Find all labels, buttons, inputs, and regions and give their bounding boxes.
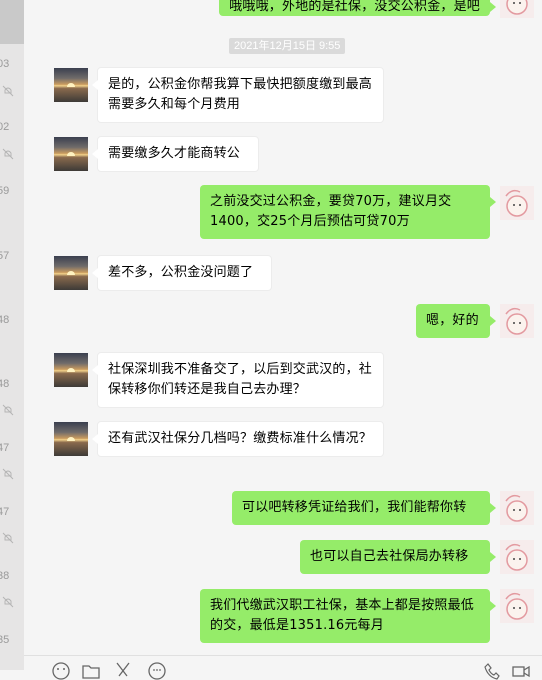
sunset-image [67, 368, 75, 372]
avatar[interactable] [54, 256, 88, 290]
cartoon-avatar-icon [505, 494, 528, 522]
message-bubble-incoming[interactable]: 还有武汉社保分几档吗？缴费标准什么情况？ [92, 421, 384, 457]
message-bubble-incoming[interactable]: 差不多，公积金没问题了 [92, 255, 272, 291]
avatar[interactable] [500, 491, 534, 525]
mute-bell-icon [2, 532, 14, 544]
cartoon-avatar-icon [505, 189, 528, 217]
input-toolbar [24, 655, 542, 680]
avatar[interactable] [54, 68, 88, 102]
mute-bell-icon [2, 468, 14, 480]
message-bubble-outgoing[interactable]: 我们代缴武汉职工社保，基本上都是按照最低的交，最低是1351.16元每月 [200, 589, 496, 643]
cartoon-avatar-icon [505, 592, 528, 620]
avatar[interactable] [500, 589, 534, 623]
message-bubble-incoming[interactable]: 是的，公积金你帮我算下最快把额度缴到最高需要多久和每个月费用 [92, 67, 384, 123]
chat-bubble-icon[interactable] [148, 662, 166, 680]
scissors-icon[interactable] [114, 662, 132, 680]
avatar[interactable] [500, 540, 534, 574]
message-bubble-outgoing[interactable]: 嗯，好的 [416, 304, 496, 338]
cartoon-avatar-icon [505, 543, 528, 571]
mute-bell-icon [2, 148, 14, 160]
message-bubble-incoming[interactable]: 需要缴多久才能商转公 [92, 136, 259, 172]
list-time: 02 [0, 121, 10, 133]
avatar[interactable] [500, 186, 534, 220]
folder-icon[interactable] [82, 662, 100, 680]
emoji-icon[interactable] [52, 662, 70, 680]
message-bubble-outgoing[interactable]: 之前没交过公积金，要贷70万，建议月交1400，交25个月后预估可贷70万 [200, 185, 496, 239]
chat-panel: 哦哦哦，外地的是社保，没交公积金，是吧 2021年12月15日 9:55 是的，… [24, 0, 542, 670]
sunset-image [67, 271, 75, 275]
mute-bell-icon [2, 85, 14, 97]
list-time: 59 [0, 185, 10, 197]
avatar[interactable] [54, 353, 88, 387]
list-time: 57 [0, 250, 10, 262]
message-bubble-outgoing[interactable]: 也可以自己去社保局办转移 [300, 540, 496, 574]
message-bubble-incoming[interactable]: 社保深圳我不准备交了，以后到交武汉的，社保转移你们转还是我自己去办理？ [92, 352, 384, 408]
phone-icon[interactable] [482, 662, 500, 680]
list-time: 35 [0, 634, 10, 646]
list-time: 03 [0, 58, 10, 70]
conversation-list-edge: 03 02 59 57 48 48 47 47 38 35 [0, 0, 24, 670]
video-icon[interactable] [512, 662, 530, 680]
list-time: 48 [0, 314, 10, 326]
list-time: 47 [0, 442, 10, 454]
mute-bell-icon [2, 596, 14, 608]
cartoon-avatar-icon [505, 307, 528, 335]
sunset-image [67, 83, 75, 87]
avatar[interactable] [54, 422, 88, 456]
sunset-image [67, 152, 75, 156]
list-time: 47 [0, 506, 10, 518]
avatar[interactable] [500, 0, 534, 18]
avatar[interactable] [500, 304, 534, 338]
cartoon-avatar-icon [506, 0, 528, 15]
list-time: 48 [0, 378, 10, 390]
message-bubble-outgoing[interactable]: 哦哦哦，外地的是社保，没交公积金，是吧 [219, 0, 496, 16]
mute-bell-icon [2, 404, 14, 416]
list-time: 38 [0, 570, 10, 582]
sunset-image [67, 437, 75, 441]
scrollbar-thumb[interactable] [0, 0, 24, 44]
message-timestamp: 2021年12月15日 9:55 [229, 38, 346, 54]
message-bubble-outgoing[interactable]: 可以吧转移凭证给我们，我们能帮你转 [232, 491, 496, 525]
avatar[interactable] [54, 137, 88, 171]
